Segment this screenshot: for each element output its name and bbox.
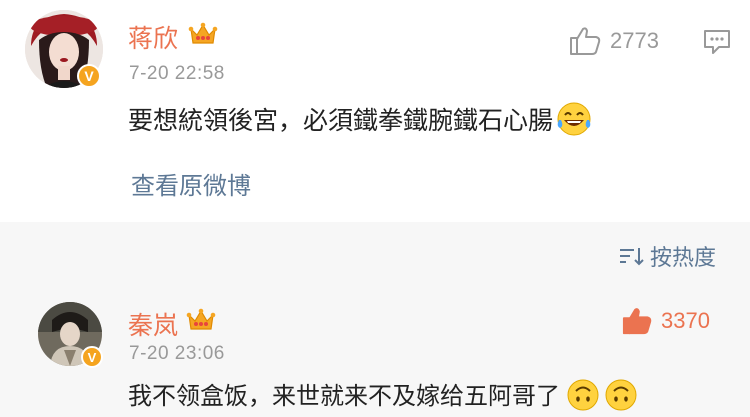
vip-crown-icon — [188, 22, 218, 44]
reply-author-avatar[interactable]: V — [38, 302, 103, 368]
author-name[interactable]: 蒋欣 — [128, 19, 178, 55]
replies-section: 按热度 V 秦岚 7-20 23:06 3370 我不领盒饭，来世就来不及嫁给五… — [0, 222, 750, 417]
author-avatar[interactable]: V — [25, 10, 103, 88]
reply-timestamp: 7-20 23:06 — [129, 343, 225, 364]
comment-timestamp: 7-20 22:58 — [129, 63, 225, 84]
comment-text: 要想統領後宮，必須鐵拳鐵腕鐵石心腸 — [128, 106, 554, 135]
upside-down-face-emoji-icon — [567, 379, 599, 411]
reply-like-count: 3370 — [661, 308, 710, 333]
sort-icon — [620, 248, 644, 266]
sort-label: 按热度 — [650, 246, 717, 271]
thumbs-up-icon — [570, 27, 601, 55]
reply-author-name[interactable]: 秦岚 — [128, 306, 178, 342]
like-count: 2773 — [610, 28, 659, 53]
like-button[interactable]: 2773 — [568, 25, 659, 57]
thumbs-up-filled-icon — [622, 308, 652, 335]
sort-by-popularity-button[interactable]: 按热度 — [618, 240, 716, 272]
reply-comment-icon[interactable] — [702, 28, 732, 56]
reply-text: 我不领盒饭，来世就来不及嫁给五阿哥了 — [128, 382, 560, 410]
reply-like-button[interactable]: 3370 — [621, 306, 710, 336]
laughing-tears-emoji-icon — [557, 102, 591, 136]
verified-badge: V — [77, 64, 101, 88]
comment-text-line: 要想統領後宮，必須鐵拳鐵腕鐵石心腸 — [128, 101, 593, 138]
vip-crown-icon — [186, 308, 216, 330]
view-original-weibo-link[interactable]: 查看原微博 — [131, 166, 251, 201]
upside-down-face-emoji-icon — [605, 379, 637, 411]
main-comment-card: V 蒋欣 7-20 22:58 2773 要想統領後宮，必須鐵拳鐵腕鐵石心腸 查… — [0, 0, 750, 222]
reply-text-line: 我不领盒饭，来世就来不及嫁给五阿哥了 — [128, 376, 638, 412]
verified-badge: V — [81, 346, 103, 368]
